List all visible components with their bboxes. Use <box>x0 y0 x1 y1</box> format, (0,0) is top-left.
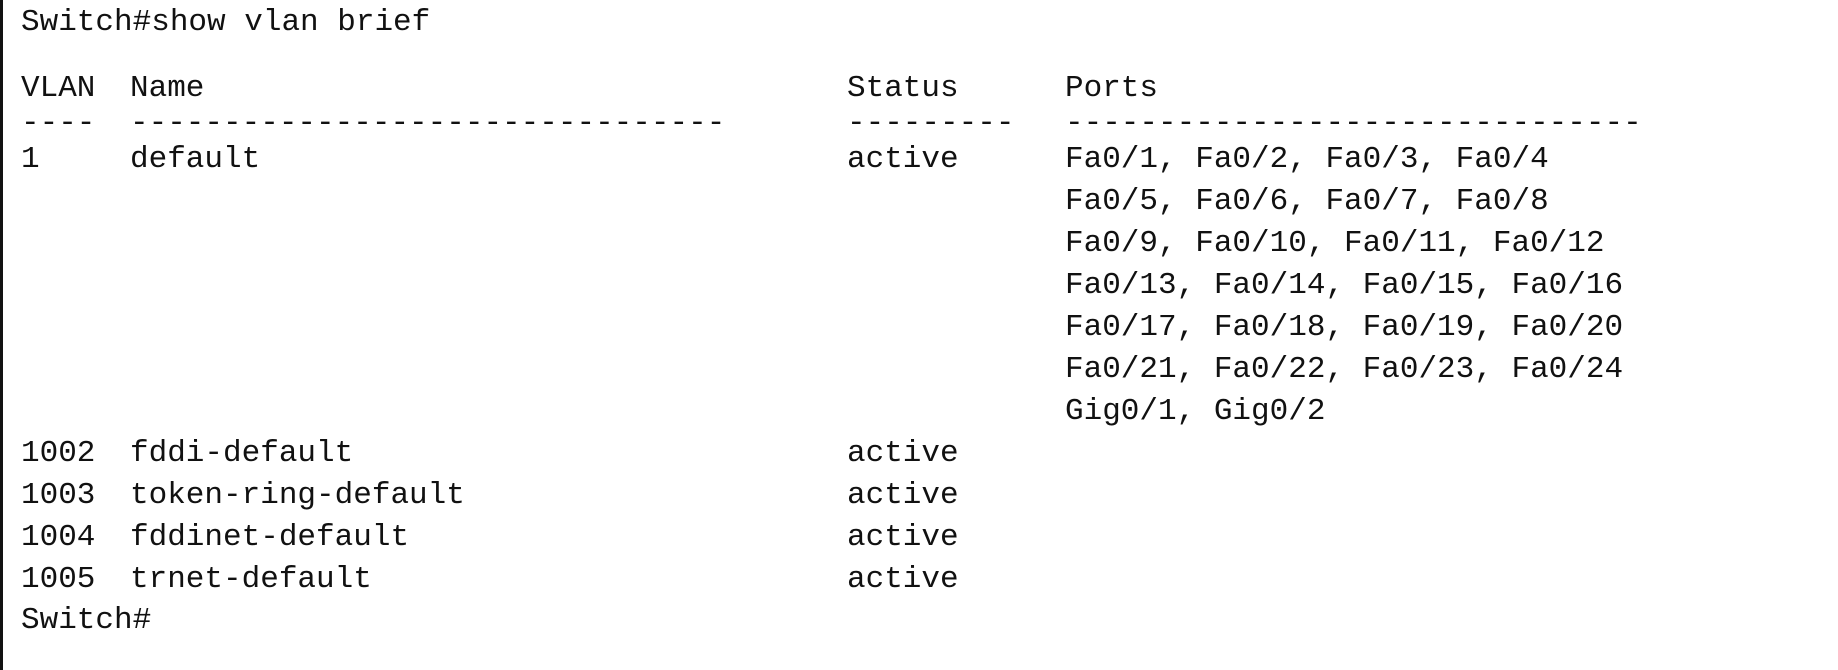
vlan-ports-line-3: Fa0/9, Fa0/10, Fa0/11, Fa0/12 <box>1065 226 1605 261</box>
vlan-name: fddi-default <box>130 436 354 471</box>
vlan-ports-line-1: Fa0/1, Fa0/2, Fa0/3, Fa0/4 <box>1065 142 1549 177</box>
terminal-window[interactable]: Switch#show vlan brief VLAN Name Status … <box>0 0 1838 670</box>
vlan-status: active <box>847 142 959 177</box>
vlan-name: token-ring-default <box>130 478 465 513</box>
vlan-status: active <box>847 562 959 597</box>
vlan-id: 1003 <box>21 478 96 513</box>
vlan-status: active <box>847 520 959 555</box>
vlan-ports-line-5: Fa0/17, Fa0/18, Fa0/19, Fa0/20 <box>1065 310 1624 345</box>
vlan-status: active <box>847 436 959 471</box>
vlan-id: 1004 <box>21 520 96 555</box>
vlan-id: 1002 <box>21 436 96 471</box>
vlan-status: active <box>847 478 959 513</box>
command-prompt[interactable]: Switch# <box>21 600 151 642</box>
vlan-name: trnet-default <box>130 562 372 597</box>
vlan-id: 1005 <box>21 562 96 597</box>
vlan-ports-line-2: Fa0/5, Fa0/6, Fa0/7, Fa0/8 <box>1065 184 1549 219</box>
command-line: Switch#show vlan brief <box>21 5 431 40</box>
vlan-ports-line-6: Fa0/21, Fa0/22, Fa0/23, Fa0/24 <box>1065 352 1624 387</box>
vlan-ports-line-4: Fa0/13, Fa0/14, Fa0/15, Fa0/16 <box>1065 268 1624 303</box>
vlan-name: fddinet-default <box>130 520 410 555</box>
vlan-name: default <box>130 142 261 177</box>
vlan-ports-line-7: Gig0/1, Gig0/2 <box>1065 394 1326 429</box>
vlan-id: 1 <box>21 142 40 177</box>
